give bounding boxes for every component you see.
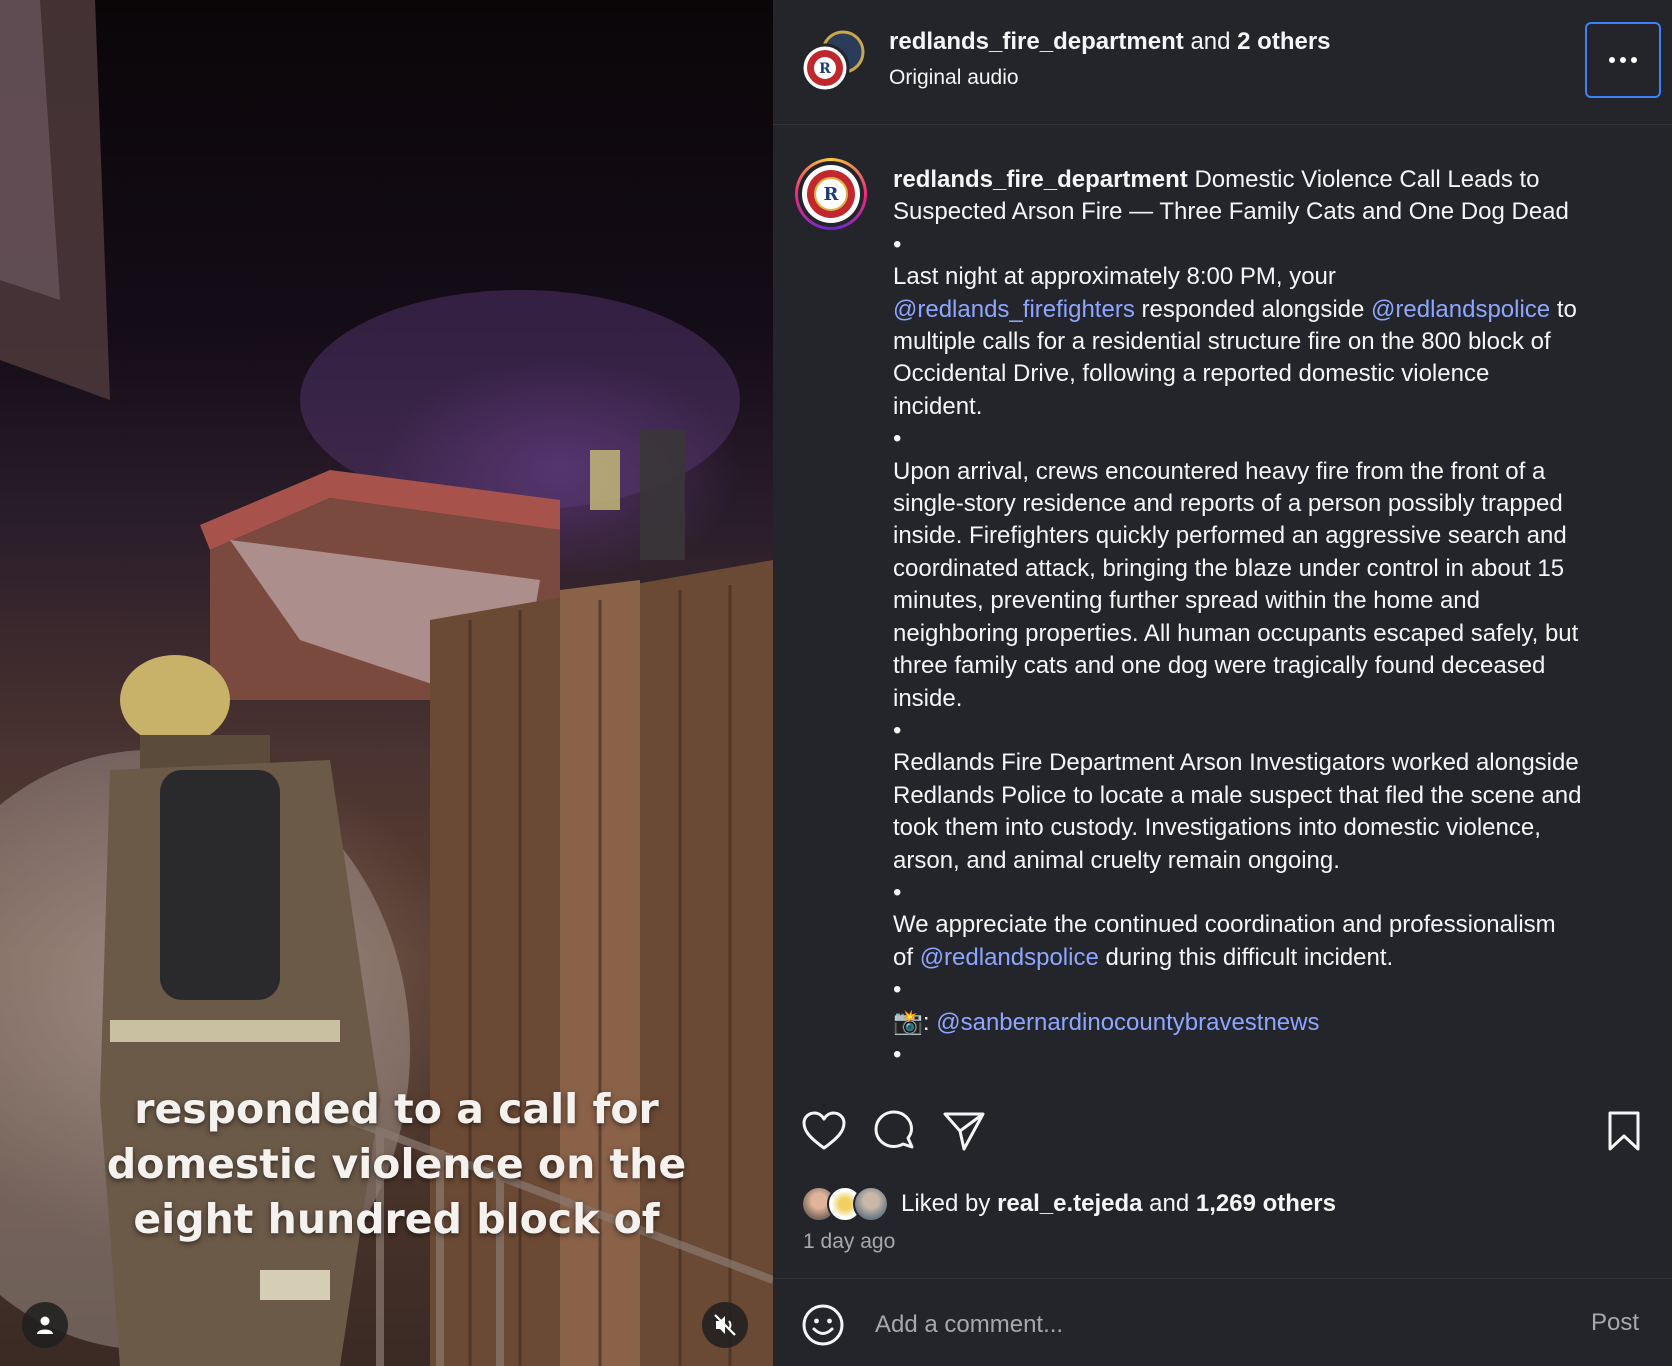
bullet: • — [893, 716, 902, 744]
bullet: • — [893, 425, 902, 453]
caption-line: incident. — [893, 392, 983, 420]
mention-link[interactable]: @redlands_firefighters — [893, 296, 1135, 323]
caption-line: Last night at approximately 8:00 PM, you… — [893, 263, 1336, 291]
caption-text-fragment: to — [1550, 295, 1577, 323]
caption-line: multiple calls for a residential structu… — [893, 328, 1551, 356]
mute-toggle-button[interactable] — [702, 1302, 748, 1348]
video-caption-overlay: responded to a call for domestic violenc… — [60, 1082, 733, 1247]
caption-line: Redlands Fire Department Arson Investiga… — [893, 749, 1579, 777]
caption-text-fragment: responded alongside — [1134, 295, 1372, 323]
caption-line-2: domestic violence on the — [106, 1140, 687, 1188]
comment-input[interactable] — [875, 1307, 1515, 1343]
mention-link[interactable]: @redlandspolice — [920, 944, 1099, 971]
caption-text-fragment: of — [893, 943, 920, 971]
bullet: • — [893, 230, 902, 258]
mention-link[interactable]: @redlandspolice — [1371, 296, 1550, 323]
comment-button[interactable] — [869, 1106, 919, 1156]
comment-bar: Post — [773, 1278, 1672, 1366]
post-viewer: responded to a call for domestic violenc… — [0, 0, 1672, 1366]
svg-text:R: R — [824, 184, 840, 205]
caption-line: Redlands Police to locate a male suspect… — [893, 781, 1582, 809]
ellipsis-icon — [1609, 57, 1637, 63]
save-button[interactable] — [1599, 1106, 1649, 1156]
bullet: • — [893, 878, 902, 906]
caption-line: coordinated attack, bringing the blaze u… — [893, 554, 1565, 582]
emoji-picker-button[interactable] — [801, 1303, 845, 1347]
caption-line: took them into custody. Investigations i… — [893, 814, 1541, 842]
header-others-link[interactable]: 2 others — [1237, 28, 1330, 55]
tagged-users-button[interactable] — [22, 1302, 68, 1348]
heart-icon — [802, 1111, 846, 1150]
camera-emoji: 📸: — [893, 1008, 930, 1036]
bullet: • — [893, 976, 902, 1004]
more-options-button[interactable] — [1585, 22, 1661, 98]
mention-link[interactable]: @sanbernardinocountybravestnews — [936, 1009, 1319, 1036]
audio-link[interactable]: Original audio — [889, 66, 1019, 90]
caption-line: Upon arrival, crews encountered heavy fi… — [893, 457, 1546, 485]
like-button[interactable] — [799, 1106, 849, 1156]
liker-avatars — [801, 1186, 897, 1222]
caption-line: single-story residence and reports of a … — [893, 490, 1563, 518]
caption-username-link[interactable]: redlands_fire_department — [893, 166, 1188, 193]
collab-avatars[interactable]: R — [800, 30, 865, 94]
smiley-icon — [802, 1304, 844, 1346]
likes-prefix: Liked by — [901, 1190, 991, 1217]
speech-bubble-icon — [874, 1110, 914, 1149]
author-avatar[interactable]: R — [795, 158, 867, 230]
caption-title-cont: Suspected Arson Fire — Three Family Cats… — [893, 198, 1569, 226]
caption-text: redlands_fire_department Domestic Violen… — [893, 164, 1663, 1086]
caption-title: Domestic Violence Call Leads to — [1194, 166, 1540, 193]
caption-line-3: eight hundred block of — [133, 1195, 660, 1243]
post-details-panel: R redlands_fire_department and 2 others … — [773, 0, 1672, 1366]
person-icon — [37, 1316, 53, 1334]
header-joiner: and — [1190, 28, 1231, 55]
caption-text-fragment: during this difficult incident. — [1098, 943, 1394, 971]
post-header: R redlands_fire_department and 2 others … — [773, 0, 1672, 125]
caption-line: three family cats and one dog were tragi… — [893, 652, 1546, 680]
bookmark-icon — [1608, 1111, 1640, 1151]
caption-line: inside. Firefighters quickly performed a… — [893, 522, 1567, 550]
caption-line: neighboring properties. All human occupa… — [893, 619, 1579, 647]
reel-video[interactable]: responded to a call for domestic violenc… — [0, 0, 773, 1366]
fire-department-logo: R — [802, 165, 860, 223]
caption-line: minutes, preventing further spread withi… — [893, 587, 1481, 615]
caption-clip — [773, 1076, 1672, 1086]
post-timestamp[interactable]: 1 day ago — [803, 1230, 895, 1254]
caption-line: Occidental Drive, following a reported d… — [893, 360, 1490, 388]
caption-line-1: responded to a call for — [134, 1085, 659, 1133]
speaker-muted-icon — [714, 1314, 736, 1336]
liker-username-link[interactable]: real_e.tejeda — [997, 1190, 1142, 1217]
share-button[interactable] — [939, 1106, 989, 1156]
post-caption: R redlands_fire_department Domestic Viol… — [773, 126, 1672, 1086]
header-username-link[interactable]: redlands_fire_department — [889, 28, 1184, 55]
likes-count-link[interactable]: 1,269 others — [1196, 1190, 1336, 1217]
caption-line: arson, and animal cruelty remain ongoing… — [893, 846, 1340, 874]
caption-line: inside. — [893, 684, 963, 712]
paper-plane-icon — [943, 1112, 985, 1151]
caption-line: We appreciate the continued coordination… — [893, 911, 1556, 939]
avatar — [853, 1186, 889, 1222]
svg-text:R: R — [819, 61, 831, 77]
bullet: • — [893, 1040, 902, 1068]
likes-joiner: and — [1149, 1190, 1190, 1217]
post-comment-button[interactable]: Post — [1591, 1309, 1639, 1337]
likes-text: Liked by real_e.tejeda and 1,269 others — [901, 1190, 1336, 1218]
action-bar — [773, 1106, 1672, 1166]
header-title: redlands_fire_department and 2 others — [889, 28, 1331, 56]
collab-avatar-graphic: R — [800, 30, 865, 93]
